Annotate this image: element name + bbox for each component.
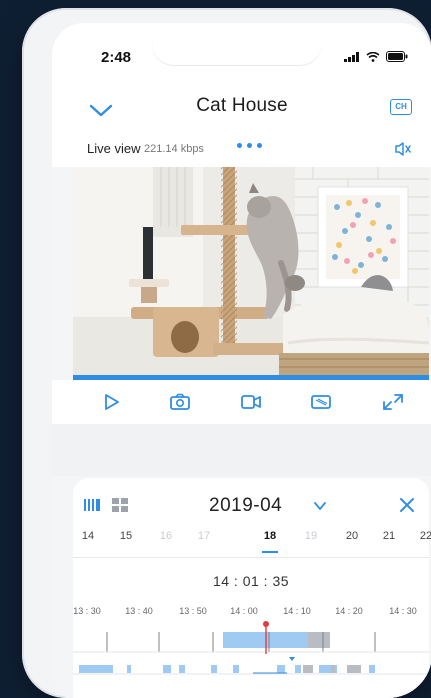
day-item[interactable]: 22 bbox=[410, 530, 431, 542]
tick-label: 14 : 30 bbox=[389, 606, 417, 616]
content-gap bbox=[52, 424, 431, 476]
fullscreen-icon[interactable] bbox=[382, 393, 404, 411]
tick-label: 14 : 20 bbox=[335, 606, 363, 616]
dot-icon bbox=[247, 143, 252, 148]
bitrate-label: 221.14 kbps bbox=[144, 143, 204, 155]
tick-label: 13 : 30 bbox=[73, 606, 101, 616]
tick-label: 13 : 50 bbox=[179, 606, 207, 616]
camera-icon[interactable] bbox=[169, 393, 191, 411]
status-icons bbox=[344, 51, 408, 62]
timeline-view-icon[interactable] bbox=[83, 497, 101, 513]
camera-feed-image bbox=[73, 167, 429, 375]
day-item[interactable]: 16 bbox=[150, 530, 182, 542]
day-item[interactable]: 21 bbox=[373, 530, 405, 542]
chevron-down-icon[interactable] bbox=[313, 501, 327, 511]
recording-segment[interactable] bbox=[308, 632, 330, 648]
video-controls bbox=[52, 380, 431, 424]
current-time-readout: 14 : 01 : 35 bbox=[212, 573, 290, 589]
tick-label: 14 : 00 bbox=[230, 606, 258, 616]
selected-day-indicator bbox=[262, 551, 278, 553]
view-toggle bbox=[83, 497, 129, 513]
recording-overview bbox=[79, 665, 375, 674]
day-selector: 14 15 16 17 18 19 20 21 22 bbox=[72, 530, 431, 556]
dot-icon bbox=[257, 143, 262, 148]
wifi-icon bbox=[366, 51, 380, 62]
timeline[interactable]: 13 : 30 13 : 40 13 : 50 14 : 00 14 : 10 … bbox=[73, 598, 429, 698]
tick-label: 14 : 10 bbox=[283, 606, 311, 616]
page-title: Cat House bbox=[196, 95, 288, 116]
timeline-track[interactable] bbox=[73, 620, 429, 698]
app-screen: 2:48 Cat House CH Live view 221.14 kbps … bbox=[52, 23, 431, 698]
month-selector[interactable]: 2019-04 bbox=[209, 495, 282, 517]
tick-label: 13 : 40 bbox=[125, 606, 153, 616]
channel-button[interactable]: CH bbox=[390, 99, 412, 115]
dot-icon bbox=[237, 143, 242, 148]
screen-icon[interactable] bbox=[310, 393, 332, 411]
nav-bar: Cat House CH bbox=[52, 87, 431, 131]
phone-frame: 2:48 Cat House CH Live view 221.14 kbps … bbox=[22, 8, 431, 698]
live-video-feed[interactable] bbox=[73, 167, 429, 375]
record-icon[interactable] bbox=[240, 393, 262, 411]
day-item[interactable]: 20 bbox=[336, 530, 368, 542]
mute-icon[interactable] bbox=[394, 141, 412, 157]
sheet-header: 2019-04 bbox=[73, 478, 429, 522]
status-time: 2:48 bbox=[101, 49, 132, 66]
day-item-selected[interactable]: 18 bbox=[254, 530, 286, 542]
live-view-row: Live view 221.14 kbps bbox=[52, 131, 431, 167]
divider bbox=[73, 557, 429, 558]
position-indicator-icon bbox=[289, 657, 295, 661]
notch bbox=[152, 23, 322, 65]
playback-sheet: 2019-04 14 15 16 17 18 19 20 21 22 14: … bbox=[72, 478, 431, 698]
day-item[interactable]: 15 bbox=[110, 530, 142, 542]
grid-view-icon[interactable] bbox=[111, 497, 129, 513]
signal-icon bbox=[344, 51, 359, 62]
day-item[interactable]: 17 bbox=[188, 530, 220, 542]
more-options-button[interactable] bbox=[237, 143, 262, 148]
battery-icon bbox=[386, 51, 408, 62]
play-icon[interactable] bbox=[100, 393, 122, 411]
close-icon[interactable] bbox=[399, 497, 415, 513]
day-item[interactable]: 14 bbox=[72, 530, 104, 542]
day-item[interactable]: 19 bbox=[295, 530, 327, 542]
live-view-label: Live view bbox=[87, 141, 141, 156]
